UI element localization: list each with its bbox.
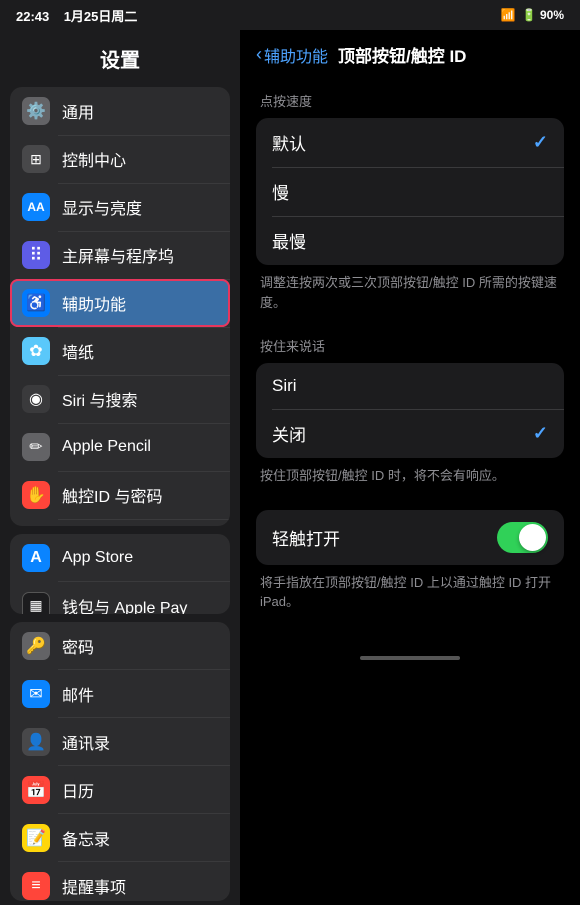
press-to-speak-section: 按住来说话 Siri 关闭 ✓ 按住顶部按钮/触控 ID 时，将不会有响应。 <box>256 336 564 494</box>
date: 1月25日周二 <box>64 9 138 24</box>
tap-to-wake-section: 轻触打开 将手指放在顶部按钮/触控 ID 上以通过触控 ID 打开 iPad。 <box>256 510 564 620</box>
reminders-icon: ≡ <box>22 872 50 900</box>
sidebar-item-notes[interactable]: 📝 备忘录 <box>10 814 230 862</box>
press-to-speak-siri-label: Siri <box>272 376 297 396</box>
sidebar-item-reminders[interactable]: ≡ 提醒事项 <box>10 862 230 901</box>
mail-label: 邮件 <box>62 682 94 706</box>
homescreen-label: 主屏幕与程序坞 <box>62 243 174 267</box>
back-chevron-icon: ‹ <box>256 44 262 65</box>
tap-speed-default-row[interactable]: 默认 ✓ <box>256 118 564 167</box>
sidebar-item-passwords[interactable]: 🔑 密码 <box>10 622 230 670</box>
sidebar-item-homescreen[interactable]: ⠿ 主屏幕与程序坞 <box>10 231 230 279</box>
tap-speed-default-label: 默认 <box>272 130 306 155</box>
general-label: 通用 <box>62 99 94 123</box>
status-bar: 22:43 1月25日周二 📶 🔋 90% <box>0 0 580 30</box>
sidebar-item-display[interactable]: AA 显示与亮度 <box>10 183 230 231</box>
battery-icon: 🔋 90% <box>522 8 564 22</box>
display-icon: AA <box>22 193 50 221</box>
sidebar-title: 设置 <box>0 30 240 83</box>
main-layout: 设置 ⚙️ 通用 ⊞ 控制中心 AA 显示与亮度 ⠿ 主屏幕与程序坞 ♿ 辅助功… <box>0 30 580 905</box>
press-to-speak-off-row[interactable]: 关闭 ✓ <box>256 409 564 458</box>
tap-speed-default-check: ✓ <box>533 132 548 153</box>
press-to-speak-footer: 按住顶部按钮/触控 ID 时，将不会有响应。 <box>256 458 564 494</box>
back-label: 辅助功能 <box>264 43 328 67</box>
siri-icon: ◉ <box>22 385 50 413</box>
wallpaper-label: 墙纸 <box>62 339 94 363</box>
tap-to-wake-toggle[interactable] <box>497 522 548 553</box>
control-center-label: 控制中心 <box>62 147 126 171</box>
status-icons: 📶 🔋 90% <box>501 8 564 22</box>
mail-icon: ✉ <box>22 680 50 708</box>
right-panel-title: 顶部按钮/触控 ID <box>338 42 466 67</box>
calendar-label: 日历 <box>62 778 94 802</box>
sidebar-item-wallpaper[interactable]: ✿ 墙纸 <box>10 327 230 375</box>
tap-speed-section: 点按速度 默认 ✓ 慢 最慢 调整连按两次或三次顶部按钮/触控 ID 所需的按键… <box>256 91 564 320</box>
sidebar-item-siri[interactable]: ◉ Siri 与搜索 <box>10 375 230 423</box>
tap-speed-slowest-row[interactable]: 最慢 <box>256 216 564 265</box>
calendar-icon: 📅 <box>22 776 50 804</box>
tap-speed-header: 点按速度 <box>256 91 564 110</box>
tap-speed-slow-label: 慢 <box>272 179 289 204</box>
control-center-icon: ⊞ <box>22 145 50 173</box>
press-to-speak-off-label: 关闭 <box>272 421 306 446</box>
sidebar-item-control-center[interactable]: ⊞ 控制中心 <box>10 135 230 183</box>
tap-speed-footer: 调整连按两次或三次顶部按钮/触控 ID 所需的按键速度。 <box>256 265 564 320</box>
accessibility-label: 辅助功能 <box>62 291 126 315</box>
sidebar-item-general[interactable]: ⚙️ 通用 <box>10 87 230 135</box>
wifi-icon: 📶 <box>501 8 516 22</box>
wallet-icon: ▦ <box>22 592 50 614</box>
press-to-speak-siri-row[interactable]: Siri <box>256 363 564 409</box>
accessibility-icon: ♿ <box>22 289 50 317</box>
appstore-icon: A <box>22 544 50 572</box>
notes-label: 备忘录 <box>62 826 110 850</box>
right-panel: ‹ 辅助功能 顶部按钮/触控 ID 点按速度 默认 ✓ 慢 最慢 调整连按两次或… <box>240 30 580 905</box>
passwords-label: 密码 <box>62 634 94 658</box>
press-to-speak-off-check: ✓ <box>533 423 548 444</box>
notes-icon: 📝 <box>22 824 50 852</box>
wallet-label: 钱包与 Apple Pay <box>62 594 187 614</box>
wallpaper-icon: ✿ <box>22 337 50 365</box>
sidebar-item-mail[interactable]: ✉ 邮件 <box>10 670 230 718</box>
general-icon: ⚙️ <box>22 97 50 125</box>
press-to-speak-group: Siri 关闭 ✓ <box>256 363 564 458</box>
appstore-label: App Store <box>62 549 133 567</box>
back-button[interactable]: ‹ 辅助功能 <box>256 43 328 67</box>
tap-speed-slow-row[interactable]: 慢 <box>256 167 564 216</box>
sidebar-item-touchid[interactable]: ✋ 触控ID 与密码 <box>10 471 230 519</box>
sidebar-item-accessibility[interactable]: ♿ 辅助功能 <box>10 279 230 327</box>
sidebar-item-contacts[interactable]: 👤 通讯录 <box>10 718 230 766</box>
display-label: 显示与亮度 <box>62 195 142 219</box>
apple-pencil-label: Apple Pencil <box>62 438 151 456</box>
sidebar-item-calendar[interactable]: 📅 日历 <box>10 766 230 814</box>
contacts-label: 通讯录 <box>62 730 110 754</box>
passwords-icon: 🔑 <box>22 632 50 660</box>
sidebar-group-3: 🔑 密码 ✉ 邮件 👤 通讯录 📅 日历 📝 备忘录 ≡ 提醒事项 <box>10 622 230 901</box>
contacts-icon: 👤 <box>22 728 50 756</box>
tap-to-wake-footer: 将手指放在顶部按钮/触控 ID 上以通过触控 ID 打开 iPad。 <box>256 565 564 620</box>
scroll-indicator <box>360 656 460 660</box>
homescreen-icon: ⠿ <box>22 241 50 269</box>
tap-speed-slowest-label: 最慢 <box>272 228 306 253</box>
touchid-label: 触控ID 与密码 <box>62 483 162 507</box>
sidebar: 设置 ⚙️ 通用 ⊞ 控制中心 AA 显示与亮度 ⠿ 主屏幕与程序坞 ♿ 辅助功… <box>0 30 240 905</box>
touchid-icon: ✋ <box>22 481 50 509</box>
apple-pencil-icon: ✏ <box>22 433 50 461</box>
tap-to-wake-label: 轻触打开 <box>272 525 340 550</box>
sidebar-item-wallet[interactable]: ▦ 钱包与 Apple Pay <box>10 582 230 614</box>
press-to-speak-header: 按住来说话 <box>256 336 564 355</box>
right-header: ‹ 辅助功能 顶部按钮/触控 ID <box>240 30 580 75</box>
tap-to-wake-row[interactable]: 轻触打开 <box>256 510 564 565</box>
sidebar-item-apple-pencil[interactable]: ✏ Apple Pencil <box>10 423 230 471</box>
sidebar-item-appstore[interactable]: A App Store <box>10 534 230 582</box>
siri-label: Siri 与搜索 <box>62 387 138 411</box>
sidebar-group-2: A App Store ▦ 钱包与 Apple Pay <box>10 534 230 614</box>
sidebar-item-battery[interactable]: ⚡ 电池 <box>10 519 230 526</box>
sidebar-group-1: ⚙️ 通用 ⊞ 控制中心 AA 显示与亮度 ⠿ 主屏幕与程序坞 ♿ 辅助功能 ✿ <box>10 87 230 526</box>
reminders-label: 提醒事项 <box>62 874 126 898</box>
time: 22:43 <box>16 9 49 24</box>
tap-speed-group: 默认 ✓ 慢 最慢 <box>256 118 564 265</box>
